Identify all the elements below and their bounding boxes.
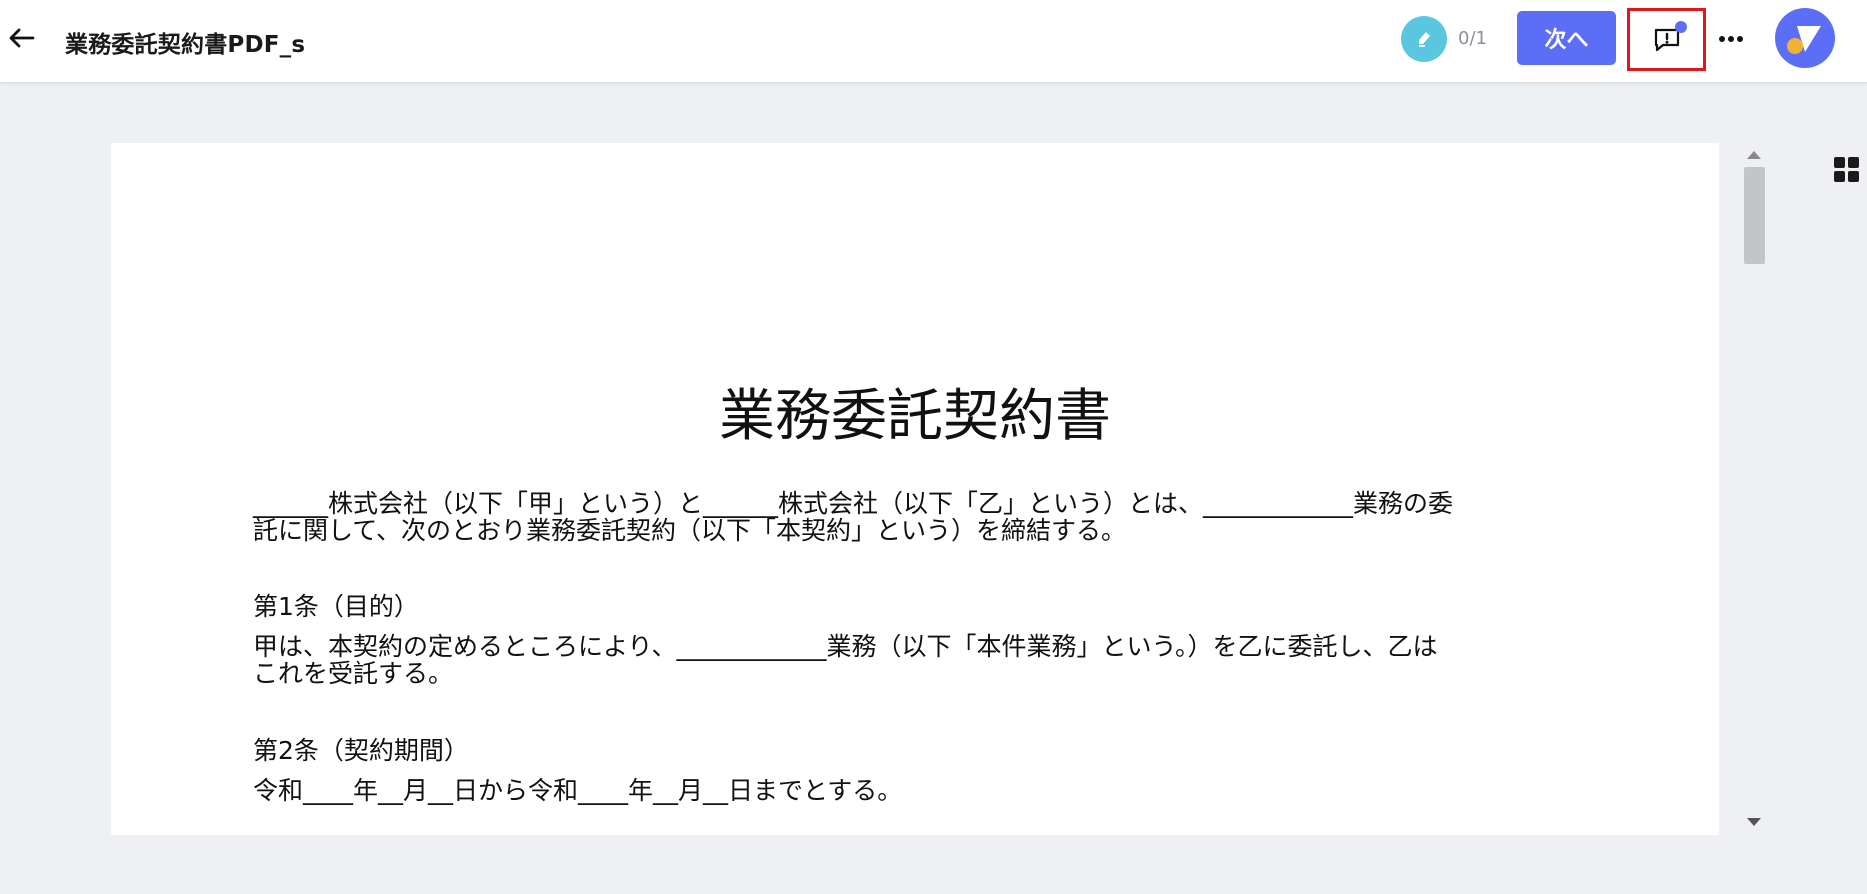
document-heading: 業務委託契約書 — [719, 384, 1111, 449]
back-button[interactable] — [4, 20, 40, 56]
article1-paragraph: 甲は、本契約の定めるところにより、____________業務（以下「本件業務」… — [253, 633, 1553, 687]
grid-view-icon-cell — [1848, 157, 1859, 168]
more-options-button[interactable] — [1714, 22, 1748, 56]
user-avatar[interactable] — [1775, 8, 1835, 68]
article2-paragraph: 令和____年__月__日から令和____年__月__日までとする。 — [253, 777, 1553, 804]
avatar-logo-icon — [1787, 26, 1821, 54]
article1-line: 甲は、本契約の定めるところにより、____________業務（以下「本件業務」… — [253, 632, 1438, 661]
article1-line: これを受託する。 — [253, 659, 454, 688]
comment-button[interactable] — [1627, 8, 1706, 71]
document-page: 業務委託契約書 ______株式会社（以下「甲」という）と______株式会社（… — [111, 143, 1719, 835]
top-bar: 業務委託契約書PDF_s 0/1 次へ — [0, 0, 1867, 83]
signature-count: 0/1 — [1458, 28, 1487, 49]
more-horizontal-icon — [1719, 36, 1743, 42]
pen-icon — [1419, 32, 1430, 47]
intro-line: 託に関して、次のとおり業務委託契約（以下「本契約」という）を締結する。 — [253, 516, 1127, 545]
grid-view-icon-cell — [1848, 171, 1859, 182]
grid-view-icon — [1834, 157, 1845, 168]
grid-view-button[interactable] — [1834, 157, 1860, 183]
intro-paragraph: ______株式会社（以下「甲」という）と______株式会社（以下「乙」という… — [253, 490, 1553, 544]
article1-title: 第1条（目的） — [253, 592, 419, 621]
notification-dot — [1675, 21, 1687, 33]
signature-progress-badge[interactable] — [1401, 16, 1447, 62]
article2-title: 第2条（契約期間） — [253, 736, 469, 765]
intro-line: ______株式会社（以下「甲」という）と______株式会社（以下「乙」という… — [253, 489, 1454, 518]
arrow-left-icon — [9, 28, 35, 48]
scroll-up-arrow-icon[interactable] — [1747, 151, 1761, 159]
article2-line: 令和____年__月__日から令和____年__月__日までとする。 — [253, 776, 903, 805]
document-title: 業務委託契約書PDF_s — [65, 32, 306, 58]
scroll-down-arrow-icon[interactable] — [1747, 818, 1761, 826]
scrollbar-thumb[interactable] — [1744, 167, 1765, 264]
next-button[interactable]: 次へ — [1517, 11, 1616, 65]
grid-view-icon-cell — [1834, 171, 1845, 182]
